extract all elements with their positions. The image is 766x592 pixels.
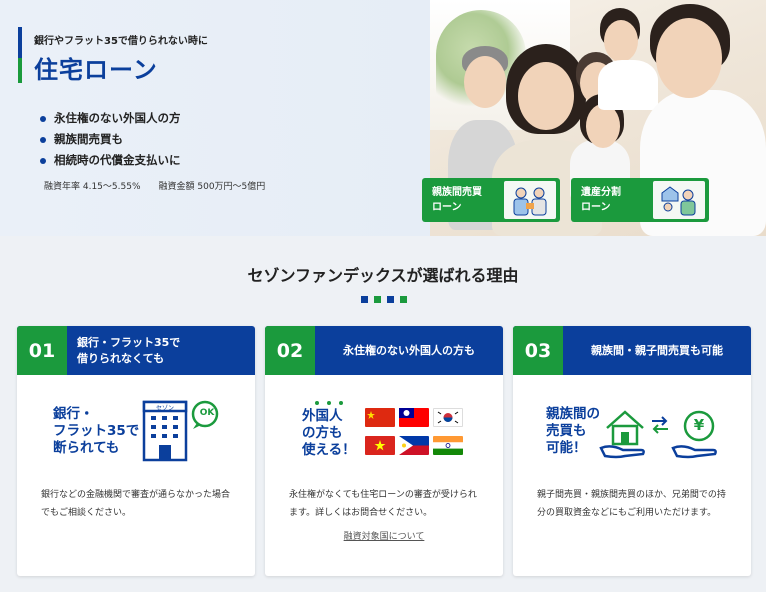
illustration-caption-line: フラット35で bbox=[53, 423, 140, 439]
hero-bullet: 相続時の代償金支払いに bbox=[40, 150, 181, 171]
reason-card-03: 03 親族間・親子間売買も可能 親族間の 売買も 可能！ ¥ 親子間売買・親族間… bbox=[513, 326, 751, 576]
illustration-caption-line: 親族間の bbox=[546, 406, 600, 422]
eligible-countries-link[interactable]: 融資対象国について bbox=[265, 529, 503, 542]
hero-bullet: 永住権のない外国人の方 bbox=[40, 108, 181, 129]
card-heading: 永住権のない外国人の方も bbox=[315, 326, 503, 375]
flag-china-icon bbox=[365, 408, 395, 427]
flag-philippines-icon bbox=[399, 436, 429, 455]
card-heading: 親族間・親子間売買も可能 bbox=[563, 326, 751, 375]
title-divider-dots bbox=[361, 296, 407, 303]
house-hand-icon bbox=[599, 410, 645, 459]
interest-rate: 融資年率 4.15〜5.55% bbox=[44, 182, 141, 192]
card-heading: 銀行・フラット35で 借りられなくても bbox=[77, 326, 247, 375]
hero-rates: 融資年率 4.15〜5.55% 融資金額 500万円〜5億円 bbox=[44, 179, 265, 192]
card-heading-line: 借りられなくても bbox=[77, 351, 165, 365]
card-header: 03 親族間・親子間売買も可能 bbox=[513, 326, 751, 375]
bullet-dot-icon bbox=[40, 157, 46, 164]
reason-card-01: 01 銀行・フラット35で 借りられなくても 銀行・ フラット35で 断られても… bbox=[17, 326, 255, 576]
yen-symbol: ¥ bbox=[693, 416, 705, 434]
card-description: 親子間売買・親族間売買のほか、兄弟間での持分の買取資金などにもご利用いただけます… bbox=[537, 490, 726, 518]
hero-subtitle: 銀行やフラット35で借りられない時に bbox=[34, 36, 208, 47]
section-title: セゾンファンデックスが選ばれる理由 bbox=[247, 266, 519, 285]
family-illustration-icon bbox=[504, 181, 556, 219]
flag-taiwan-icon bbox=[399, 408, 429, 427]
illustration-caption: 外国人 の方も 使える！ bbox=[302, 408, 356, 459]
hero-bullet: 親族間売買も bbox=[40, 129, 181, 150]
hero-bullet-text: 永住権のない外国人の方 bbox=[54, 111, 181, 125]
illustration-caption-line: の方も bbox=[302, 425, 343, 441]
ok-bubble-icon: OK bbox=[199, 408, 215, 418]
card-number: 03 bbox=[513, 326, 563, 375]
card-description: 永住権がなくても住宅ローンの審査が受けられます。詳しくはお問合せください。 bbox=[289, 490, 477, 518]
flag-india-icon bbox=[433, 436, 463, 455]
reason-card-02: 02 永住権のない外国人の方も 外国人 の方も 使える！ 永住権がなくても住宅ロ… bbox=[265, 326, 503, 576]
hero-accent-bar bbox=[18, 27, 22, 83]
hero-title: 住宅ローン bbox=[34, 56, 158, 84]
hero-bullet-text: 相続時の代償金支払いに bbox=[54, 153, 181, 167]
estate-division-loan-button[interactable]: 遺産分割 ローン bbox=[571, 178, 709, 222]
flag-korea-icon bbox=[433, 408, 463, 427]
card-illustration: 銀行・ フラット35で 断られても セゾン OK bbox=[17, 392, 255, 482]
yen-hand-icon bbox=[671, 410, 717, 459]
card-header: 02 永住権のない外国人の方も bbox=[265, 326, 503, 375]
hero-bullet-list: 永住権のない外国人の方 親族間売買も 相続時の代償金支払いに bbox=[40, 108, 181, 171]
card-illustration: 外国人 の方も 使える！ bbox=[265, 392, 503, 482]
emphasis-dots bbox=[315, 401, 343, 405]
inheritance-illustration-icon bbox=[653, 181, 705, 219]
illustration-caption-line: 使える！ bbox=[302, 442, 356, 458]
card-number: 01 bbox=[17, 326, 67, 375]
flag-vietnam-icon bbox=[365, 436, 395, 455]
card-illustration: 親族間の 売買も 可能！ ¥ bbox=[513, 392, 751, 482]
illustration-caption-line: 売買も bbox=[546, 423, 587, 439]
illustration-caption-line: 銀行・ bbox=[53, 406, 94, 422]
card-heading-line: 永住権のない外国人の方も bbox=[343, 343, 475, 357]
illustration-caption: 銀行・ フラット35で 断られても bbox=[53, 406, 139, 457]
relatives-sale-loan-button[interactable]: 親族間売買 ローン bbox=[422, 178, 560, 222]
card-heading-line: 親族間・親子間売買も可能 bbox=[591, 343, 723, 357]
card-description: 銀行などの金融機関で審査が通らなかった場合でもご相談ください。 bbox=[41, 490, 231, 518]
building-sign: セゾン bbox=[155, 405, 174, 412]
hero-banner: 銀行やフラット35で借りられない時に 住宅ローン 永住権のない外国人の方 親族間… bbox=[0, 0, 766, 236]
illustration-caption-line: 断られても bbox=[53, 440, 120, 456]
card-header: 01 銀行・フラット35で 借りられなくても bbox=[17, 326, 255, 375]
exchange-arrows-icon bbox=[652, 416, 668, 434]
hero-bullet-text: 親族間売買も bbox=[54, 132, 123, 146]
bullet-dot-icon bbox=[40, 136, 46, 143]
illustration-caption: 親族間の 売買も 可能！ bbox=[546, 406, 600, 457]
hero-text-panel: 銀行やフラット35で借りられない時に 住宅ローン 永住権のない外国人の方 親族間… bbox=[0, 0, 430, 236]
card-heading-line: 銀行・フラット35で bbox=[77, 335, 181, 349]
card-number: 02 bbox=[265, 326, 315, 375]
loan-amount: 融資金額 500万円〜5億円 bbox=[158, 182, 266, 192]
illustration-caption-line: 外国人 bbox=[302, 408, 343, 424]
illustration-caption-line: 可能！ bbox=[546, 440, 587, 456]
bullet-dot-icon bbox=[40, 115, 46, 122]
